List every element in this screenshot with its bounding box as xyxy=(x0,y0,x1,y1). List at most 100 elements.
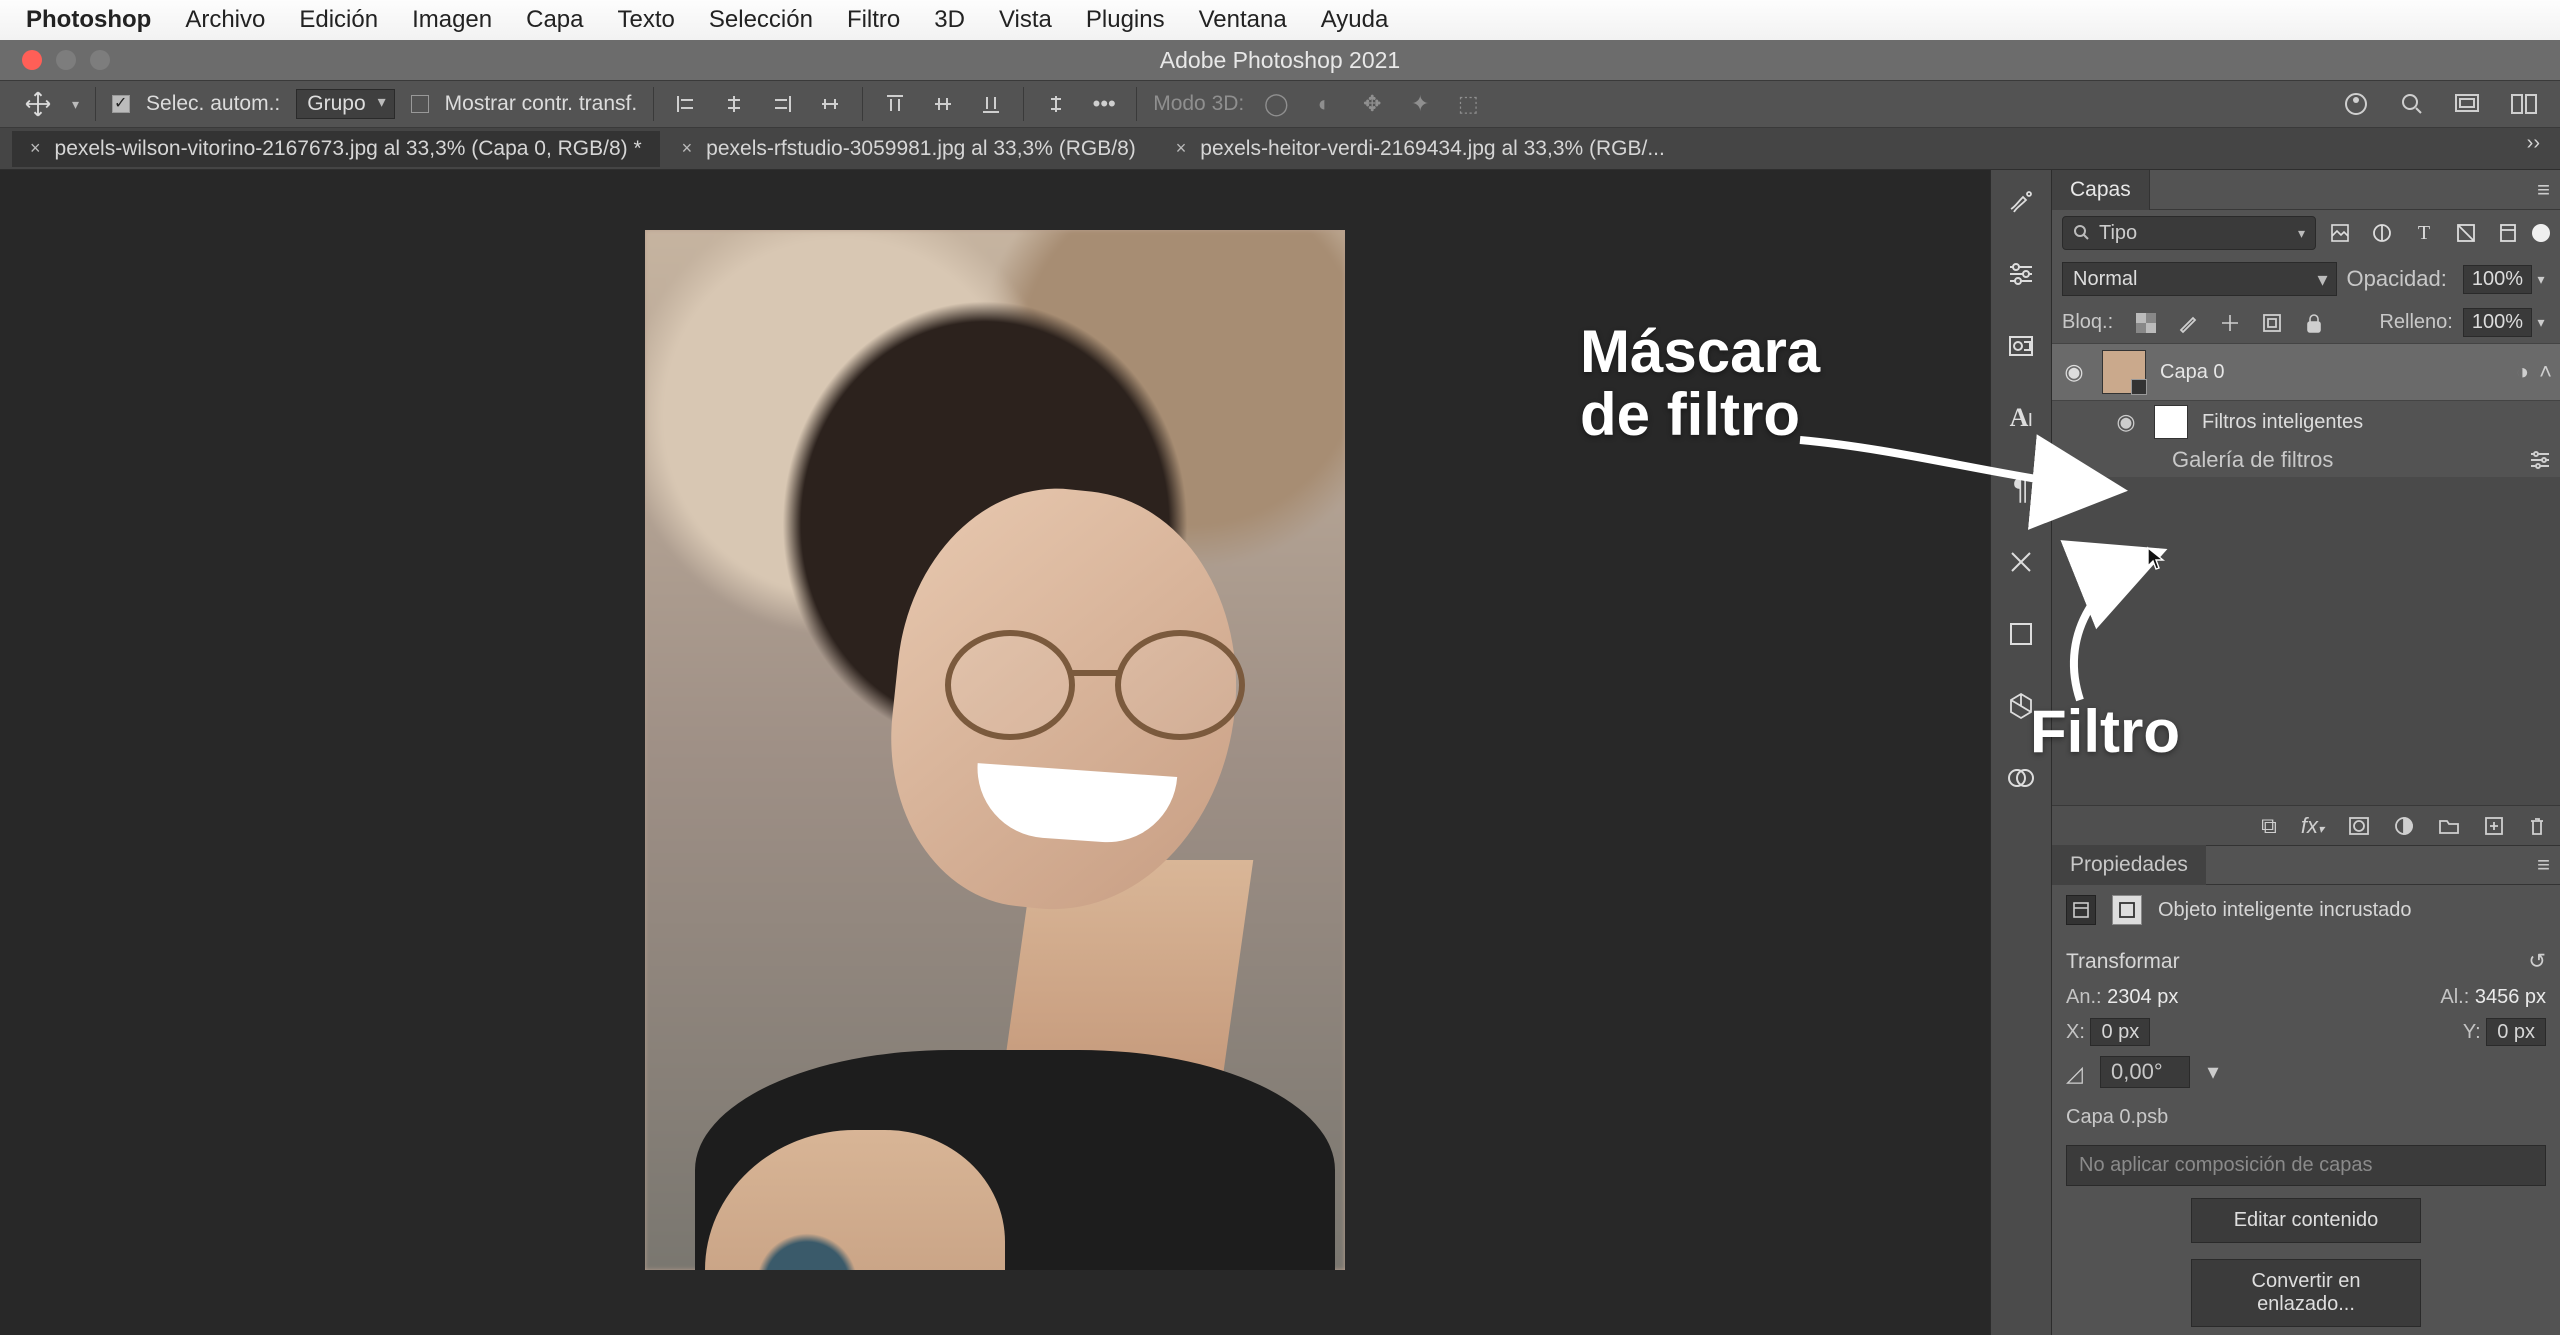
new-adjustment-icon[interactable] xyxy=(2394,816,2414,836)
tool-dropdown-icon[interactable]: ▾ xyxy=(72,96,79,113)
align-hcenter-icon[interactable] xyxy=(718,88,750,120)
align-top-icon[interactable] xyxy=(879,88,911,120)
new-group-icon[interactable] xyxy=(2438,817,2460,835)
character-icon[interactable]: A| xyxy=(2001,398,2041,438)
lock-position-icon[interactable] xyxy=(2217,310,2243,336)
collapse-panels-icon[interactable]: ›› xyxy=(2527,132,2540,155)
filter-smartobj-icon[interactable] xyxy=(2494,219,2522,247)
menu-texto[interactable]: Texto xyxy=(618,6,675,34)
filter-mask-thumbnail[interactable] xyxy=(2154,405,2188,439)
align-right-icon[interactable] xyxy=(766,88,798,120)
x-input[interactable]: 0 px xyxy=(2090,1018,2150,1046)
auto-select-type-dropdown[interactable]: Grupo xyxy=(296,89,394,119)
brush-settings-icon[interactable] xyxy=(2001,182,2041,222)
menu-ventana[interactable]: Ventana xyxy=(1199,6,1287,34)
lock-pixels-icon[interactable] xyxy=(2175,310,2201,336)
doc-tab-2[interactable]: × pexels-rfstudio-3059981.jpg al 33,3% (… xyxy=(664,131,1154,167)
cloud-docs-icon[interactable] xyxy=(2340,88,2372,120)
add-mask-icon[interactable] xyxy=(2348,816,2370,836)
tab-close-icon[interactable]: × xyxy=(1176,138,1187,159)
swatches-icon[interactable] xyxy=(2001,542,2041,582)
paragraph-icon[interactable]: ¶ xyxy=(2001,470,2041,510)
fx-icon[interactable]: fx▾ xyxy=(2301,813,2324,839)
filter-gallery-row[interactable]: Galería de filtros xyxy=(2052,443,2560,477)
show-transform-checkbox[interactable] xyxy=(411,95,429,113)
menu-vista[interactable]: Vista xyxy=(999,6,1052,34)
menu-photoshop[interactable]: Photoshop xyxy=(26,6,151,34)
menu-ayuda[interactable]: Ayuda xyxy=(1321,6,1389,34)
traffic-min-icon[interactable] xyxy=(56,50,76,70)
delete-layer-icon[interactable] xyxy=(2528,816,2546,836)
menu-imagen[interactable]: Imagen xyxy=(412,6,492,34)
y-input[interactable]: 0 px xyxy=(2486,1018,2546,1046)
artboards-icon[interactable] xyxy=(2001,614,2041,654)
filter-adjust-icon[interactable] xyxy=(2368,219,2396,247)
tab-close-icon[interactable]: × xyxy=(30,138,41,159)
edit-contents-button[interactable]: Editar contenido xyxy=(2191,1198,2421,1243)
filter-blend-options-icon[interactable] xyxy=(2528,450,2552,470)
filter-toggle[interactable] xyxy=(2532,224,2550,242)
doc-tab-3[interactable]: × pexels-heitor-verdi-2169434.jpg al 33,… xyxy=(1158,131,1683,167)
tab-close-icon[interactable]: × xyxy=(682,138,693,159)
fill-input[interactable]: 100% xyxy=(2463,308,2532,337)
visibility-icon[interactable]: ◉ xyxy=(2060,359,2088,385)
layer-thumbnail[interactable] xyxy=(2102,350,2146,394)
traffic-max-icon[interactable] xyxy=(90,50,110,70)
screen-mode-icon[interactable] xyxy=(2452,88,2484,120)
align-bottom-icon[interactable] xyxy=(975,88,1007,120)
convert-linked-button[interactable]: Convertir en enlazado... xyxy=(2191,1259,2421,1327)
more-align-icon[interactable]: ••• xyxy=(1088,88,1120,120)
layer-capa0[interactable]: ◉ Capa 0 ◑ ˄ xyxy=(2052,343,2560,401)
menu-edicion[interactable]: Edición xyxy=(299,6,378,34)
angle-flyout-icon[interactable]: ▾ xyxy=(2202,1059,2224,1085)
auto-select-label: Selec. autom.: xyxy=(146,92,280,116)
blend-mode-dropdown[interactable]: Normal xyxy=(2062,262,2337,296)
menu-plugins[interactable]: Plugins xyxy=(1086,6,1165,34)
search-icon[interactable] xyxy=(2396,88,2428,120)
link-layers-icon[interactable]: ⧉ xyxy=(2261,813,2277,839)
layers-tab[interactable]: Capas xyxy=(2052,170,2150,210)
document-canvas[interactable] xyxy=(645,230,1345,1270)
distribute-v-icon[interactable] xyxy=(1040,88,1072,120)
menu-3d[interactable]: 3D xyxy=(934,6,965,34)
angle-input[interactable]: 0,00° xyxy=(2100,1056,2190,1088)
opacity-input[interactable]: 100% xyxy=(2463,265,2532,294)
layer-name[interactable]: Capa 0 xyxy=(2160,361,2225,384)
3d-pan-icon: ✥ xyxy=(1356,88,1388,120)
doc-tab-1[interactable]: × pexels-wilson-vitorino-2167673.jpg al … xyxy=(12,131,660,167)
move-tool-icon[interactable] xyxy=(20,86,56,122)
lock-transparency-icon[interactable] xyxy=(2133,310,2159,336)
lock-all-icon[interactable] xyxy=(2301,310,2327,336)
libraries-icon[interactable] xyxy=(2001,326,2041,366)
filter-pixel-icon[interactable] xyxy=(2326,219,2354,247)
filter-shape-icon[interactable] xyxy=(2452,219,2480,247)
smart-filters-row[interactable]: ◉ Filtros inteligentes xyxy=(2052,401,2560,443)
menu-archivo[interactable]: Archivo xyxy=(185,6,265,34)
distribute-h-icon[interactable] xyxy=(814,88,846,120)
layer-filter-dropdown[interactable]: Tipo ▾ xyxy=(2062,216,2316,250)
menu-seleccion[interactable]: Selección xyxy=(709,6,813,34)
properties-tab[interactable]: Propiedades xyxy=(2052,845,2206,885)
filter-effects-icon[interactable]: ◑ xyxy=(2516,359,2529,385)
mode3d-label: Modo 3D: xyxy=(1153,92,1244,116)
traffic-close-icon[interactable] xyxy=(22,50,42,70)
align-vcenter-icon[interactable] xyxy=(927,88,959,120)
reset-transform-icon[interactable]: ↺ xyxy=(2528,949,2546,974)
filter-type-icon[interactable]: T xyxy=(2410,219,2438,247)
visibility-icon[interactable]: ◉ xyxy=(2112,409,2140,435)
expand-icon[interactable]: ˄ xyxy=(2539,359,2552,385)
height-value[interactable]: 3456 px xyxy=(2475,986,2546,1008)
menu-capa[interactable]: Capa xyxy=(526,6,583,34)
fill-flyout-icon[interactable]: ▾ xyxy=(2532,314,2550,331)
opacity-flyout-icon[interactable]: ▾ xyxy=(2532,271,2550,288)
menu-filtro[interactable]: Filtro xyxy=(847,6,900,34)
align-left-icon[interactable] xyxy=(670,88,702,120)
new-layer-icon[interactable] xyxy=(2484,816,2504,836)
panel-menu-icon[interactable]: ≡ xyxy=(2537,852,2550,878)
panel-menu-icon[interactable]: ≡ xyxy=(2537,177,2550,203)
width-value[interactable]: 2304 px xyxy=(2107,986,2178,1008)
adjustments-icon[interactable] xyxy=(2001,254,2041,294)
lock-artboard-icon[interactable] xyxy=(2259,310,2285,336)
auto-select-checkbox[interactable] xyxy=(112,95,130,113)
arrange-docs-icon[interactable] xyxy=(2508,88,2540,120)
